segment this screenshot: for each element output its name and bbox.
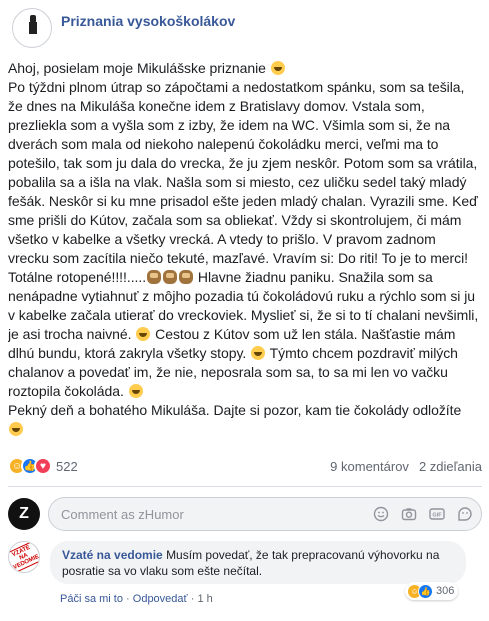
post-line: pobalila sa a išla na vlak. Našla som si… [8,174,467,190]
like-reaction-icon: 👍 [418,583,433,599]
grin-emoji-icon [9,422,23,436]
post-text: Ahoj, posielam moje Mikulášske priznanie… [8,59,482,439]
post-line: všetko v kabelke a všetky vrecká. A vted… [8,231,436,247]
post-line: sme prišli do Kútov, začala som sa oblie… [8,212,462,228]
comment-reactions[interactable]: ☺ 👍 306 [405,582,459,600]
shares-count-link[interactable]: 2 zdieľania [419,459,482,474]
post-line [8,420,482,439]
see-no-evil-monkey-icon [179,270,194,284]
comment-reaction-count: 306 [436,585,455,597]
reactions-bar: ☺ 👍 ♥ 522 9 komentárov 2 zdieľania [8,457,482,475]
post-line: potešilo, tak som ju dala do vrecka, že … [8,155,478,171]
reaction-count[interactable]: 522 [56,459,78,474]
post-line: prezliekla som a vyšla som z izby, že id… [8,117,451,133]
post-header: Priznania vysokoškolákov [12,8,235,48]
post-line: chalanov a povedať im, že nie, neposrala… [8,364,448,380]
post-line: je asi trocha naivné. Cestou z Kútov som… [8,326,456,342]
comment-actions: Páči sa mi to · Odpovedať · 1 h [60,593,213,605]
post-line: Po týždni plnom útrap so zápočtami a ned… [8,79,465,95]
divider [8,486,482,487]
see-no-evil-monkey-icon [147,270,162,284]
gif-icon[interactable]: GIF [429,506,445,522]
svg-text:GIF: GIF [432,513,442,519]
post-line: dverách som mala od niekoho nalepenú čok… [8,136,439,152]
grin-emoji-icon [251,346,266,360]
reply-link[interactable]: Odpovedať [133,593,188,605]
camera-icon[interactable] [401,506,417,522]
post-line: vrecku som zacítila niečo tekuté, mazľav… [8,250,469,266]
comment-input[interactable]: Comment as zHumor GIF [48,497,482,531]
smiley-icon[interactable] [373,506,389,522]
separator-dot: · [126,593,133,605]
post-line: roztopila čokoláda. [8,382,482,401]
post-line: nenápadne vytiahnuť z môjho pozadia tú č… [8,288,475,304]
post-line: dlhú bundu, ktorá zakryla všetky stopy. … [8,345,458,361]
post-line: že dnes na Mikuláša konečne idem z Brati… [8,98,425,114]
grin-emoji-icon [136,327,151,341]
page-avatar[interactable] [12,8,52,48]
user-avatar[interactable]: Z [8,498,40,530]
comment-composer: Z Comment as zHumor GIF [8,497,482,531]
comment-input-icons: GIF [373,506,473,522]
love-reaction-icon[interactable]: ♥ [34,457,52,475]
comment-placeholder: Comment as zHumor [61,506,184,522]
comment-bubble: Vzaté na vedomie Musím povedať, že tak p… [50,541,466,584]
raised-fist-logo-icon [29,15,37,34]
sweat-smile-emoji-icon [128,384,143,398]
post-stats: 9 komentárov 2 zdieľania [330,459,482,474]
like-comment-link[interactable]: Páči sa mi to [60,593,123,605]
grin-emoji-icon [270,61,285,75]
post-line: fešák. Neskôr si ku mne prisadol ešte je… [8,193,478,209]
post-line: Ahoj, posielam moje Mikulášske priznanie [8,59,482,78]
comment-author-link[interactable]: Vzaté na vedomie [62,548,163,562]
see-no-evil-monkey-icon [163,270,178,284]
commenter-avatar[interactable]: VZATÉ NA VEDOMIE [8,541,40,573]
post-line: Pekný deň a bohatého Mikuláša. Dajte si … [8,402,462,418]
page-name-link[interactable]: Priznania vysokoškolákov [61,13,235,29]
comments-count-link[interactable]: 9 komentárov [330,459,409,474]
avatar-stamp-text: VZATÉ NA VEDOMIE [9,542,39,572]
sticker-icon[interactable] [457,506,473,522]
comment-time[interactable]: 1 h [197,593,212,605]
post-line: Totálne rotopené!!!!..... Hlavne žiadnu … [8,269,433,285]
post-line: v kabelke začala utierať do vreckoviek. … [8,307,479,323]
